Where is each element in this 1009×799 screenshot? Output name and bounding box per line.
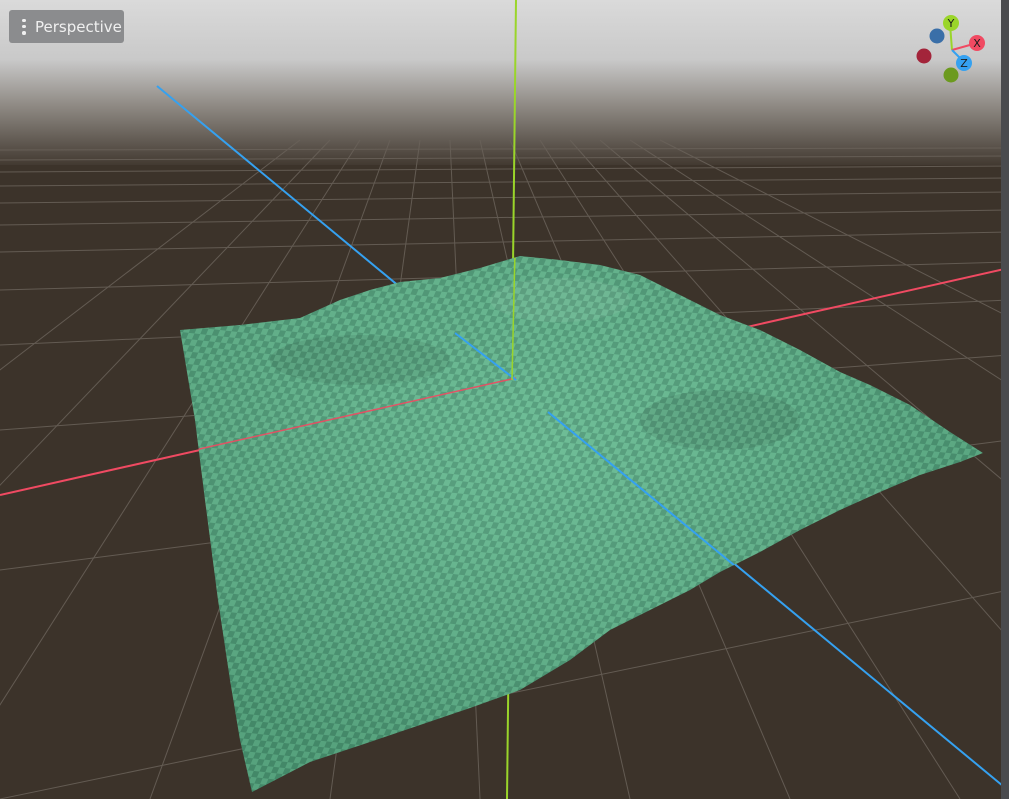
gizmo-neg-x-handle[interactable] (916, 48, 932, 64)
orientation-gizmo[interactable]: Y X Z (910, 14, 990, 86)
kebab-menu-icon (22, 18, 26, 35)
gizmo-z-label: Z (960, 57, 968, 70)
sky-background (0, 0, 1009, 170)
view-perspective-label: Perspective (35, 17, 122, 36)
gizmo-z-handle[interactable]: Z (956, 55, 972, 71)
3d-viewport[interactable] (0, 0, 1009, 799)
view-perspective-menu-button[interactable]: Perspective (9, 10, 124, 43)
gizmo-neg-z-handle[interactable] (929, 28, 945, 44)
gizmo-neg-y-handle[interactable] (943, 67, 959, 83)
gizmo-x-label: X (973, 37, 981, 50)
gizmo-x-handle[interactable]: X (969, 35, 985, 51)
gizmo-y-handle[interactable]: Y (943, 15, 959, 31)
gizmo-y-label: Y (947, 17, 955, 30)
viewport-right-border (1001, 0, 1009, 799)
